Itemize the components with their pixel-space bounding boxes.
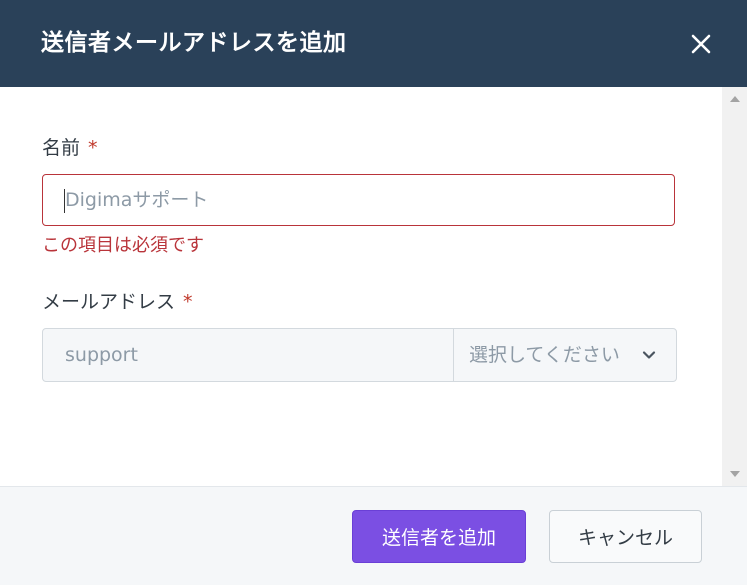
- name-input[interactable]: [43, 175, 674, 225]
- close-button[interactable]: [684, 27, 718, 61]
- dialog-body: [0, 87, 747, 486]
- scroll-down-arrow-icon[interactable]: [730, 471, 740, 477]
- email-local-part[interactable]: [43, 329, 454, 381]
- close-icon: [691, 34, 711, 54]
- name-label: 名前 *: [42, 136, 98, 160]
- name-label-text: 名前: [42, 137, 81, 159]
- chevron-down-icon: [642, 351, 656, 359]
- dialog-title: 送信者メールアドレスを追加: [41, 30, 347, 56]
- email-label-text: メールアドレス: [42, 291, 176, 313]
- scrollbar[interactable]: [722, 87, 747, 486]
- email-domain-select[interactable]: 選択してください: [454, 329, 676, 381]
- add-sender-button[interactable]: 送信者を追加: [352, 510, 526, 563]
- domain-select-value: 選択してください: [469, 344, 620, 366]
- text-caret: [64, 189, 65, 213]
- scroll-up-arrow-icon[interactable]: [730, 96, 740, 102]
- email-field-group: 選択してください: [42, 328, 677, 382]
- required-mark: *: [88, 137, 98, 159]
- name-error-message: この項目は必須です: [42, 235, 204, 256]
- required-mark: *: [183, 291, 193, 313]
- cancel-button[interactable]: キャンセル: [549, 510, 702, 563]
- email-label: メールアドレス *: [42, 290, 193, 314]
- dialog-header: 送信者メールアドレスを追加: [0, 0, 747, 87]
- name-field[interactable]: [42, 174, 675, 226]
- email-local-input[interactable]: [43, 329, 453, 381]
